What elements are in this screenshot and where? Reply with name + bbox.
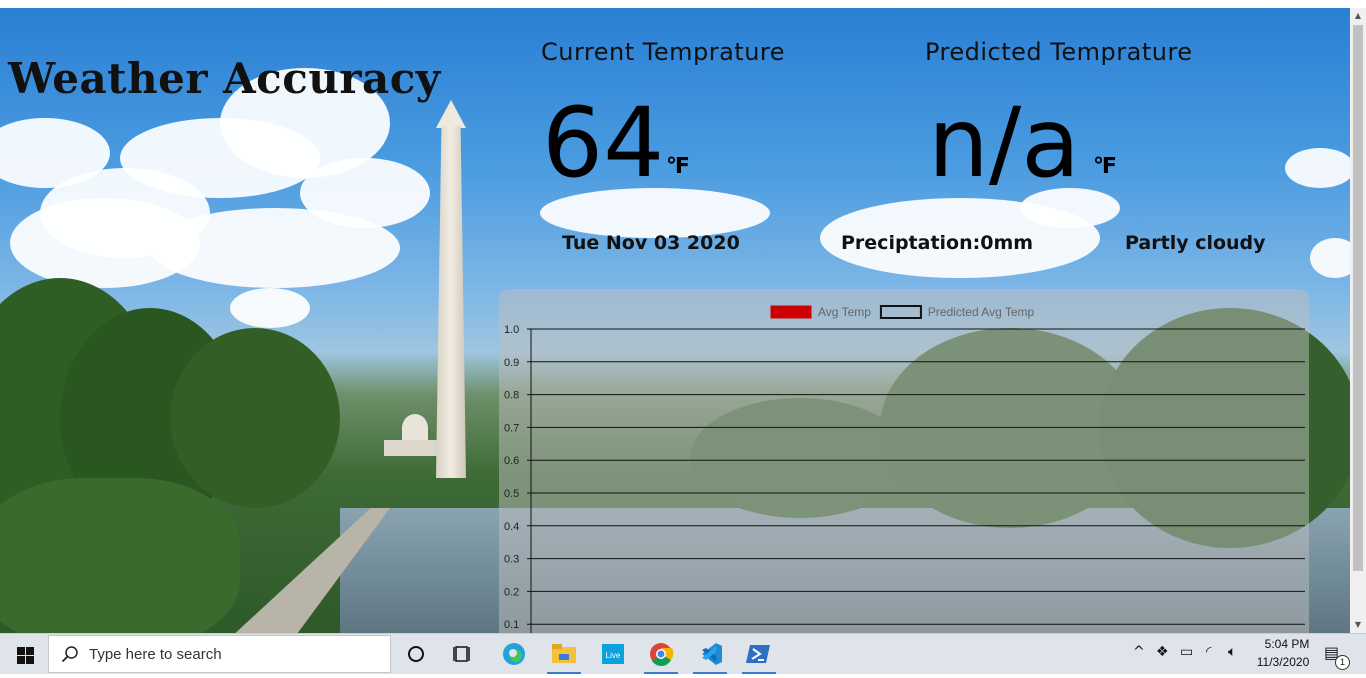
cloud [230,288,310,328]
y-tick-label: 0.3 [504,554,519,566]
predicted-temp-value: n/a [928,87,1081,199]
battery-icon[interactable]: ▭ [1180,644,1193,660]
capitol-building [384,406,446,456]
cortana-button[interactable] [394,634,440,674]
current-temp-heading: Current Temprature [541,38,786,66]
chrome-icon [650,643,674,666]
current-temp-value: 64 [542,87,665,199]
search-placeholder: Type here to search [89,646,222,663]
chart-canvas: Avg Temp Predicted Avg Temp 1.0 0.9 0.8 0.7 0.… [504,305,1305,633]
windows-taskbar: Type here to search Live ^ ❖ ▭ ◜ 🔈︎ 5:04… [0,633,1366,674]
show-hidden-icons-chevron-icon[interactable]: ^ [1133,644,1145,660]
page-viewport: Weather Accuracy Current Temprature Pred… [0,8,1350,633]
scroll-down-arrow-icon[interactable]: ▼ [1350,617,1366,633]
y-tick-label: 0.2 [504,586,519,598]
cloud [1285,148,1350,188]
y-tick-label: 0.4 [504,521,519,533]
legend-label-1[interactable]: Predicted Avg Temp [928,305,1035,319]
y-tick-label: 0.8 [504,390,519,402]
scroll-up-arrow-icon[interactable]: ▲ [1350,8,1366,24]
tree [170,328,340,508]
browser-top-strip [0,0,1366,8]
lawn [0,478,240,633]
y-tick-label: 0.5 [504,488,519,500]
edge-icon [503,643,525,665]
predicted-temp-heading: Predicted Temprature [925,38,1193,66]
y-tick-label: 0.6 [504,455,519,467]
wifi-icon[interactable]: ◜ [1206,644,1211,660]
current-temp-unit: ℉ [666,154,690,179]
vscode-taskbar-button[interactable] [687,634,733,674]
legend-swatch-0[interactable] [770,305,812,319]
task-view-button[interactable] [440,634,486,674]
y-tick-label: 0.9 [504,357,519,369]
vscode-icon [702,643,722,665]
page-scrollbar[interactable]: ▲ ▼ [1350,8,1366,633]
legend-swatch-1[interactable] [879,305,922,319]
y-tick-label: 0.1 [504,619,519,631]
temperature-chart: Avg Temp Predicted Avg Temp 1.0 0.9 0.8 0.7 0.… [499,289,1309,633]
task-view-icon [453,646,470,662]
y-tick-label: 0.7 [504,422,519,434]
live-app-icon: Live [602,644,624,664]
cloud [300,158,430,228]
volume-icon[interactable]: 🔈︎ [1228,644,1236,660]
taskbar-search-box[interactable]: Type here to search [48,635,391,673]
y-tick-label: 1.0 [504,324,519,336]
predicted-temp-unit: ℉ [1093,154,1117,179]
clock-time[interactable]: 5:04 PM [1255,637,1319,651]
file-explorer-taskbar-button[interactable] [541,634,587,674]
notification-count-badge: 1 [1335,655,1350,670]
washington-monument [432,100,470,478]
precipitation-text: Preciptation:0mm [841,232,1034,254]
legend-label-0[interactable]: Avg Temp [818,305,871,319]
svg-text:Live: Live [606,651,621,660]
date-text: Tue Nov 03 2020 [562,232,740,254]
start-button[interactable] [0,634,48,674]
condition-text: Partly cloudy [1125,232,1266,254]
powershell-icon [746,645,770,663]
search-icon [61,646,78,663]
cloud [1310,238,1350,278]
powershell-taskbar-button[interactable] [736,634,782,674]
dropbox-icon[interactable]: ❖ [1156,644,1169,660]
chrome-taskbar-button[interactable] [638,634,684,674]
scroll-thumb[interactable] [1353,25,1363,571]
page-title: Weather Accuracy [8,54,441,103]
cortana-circle-icon [408,646,424,662]
live-taskbar-button[interactable]: Live [590,634,636,674]
clock-date[interactable]: 11/3/2020 [1251,655,1315,669]
edge-taskbar-button[interactable] [491,634,537,674]
folder-icon [552,644,576,663]
